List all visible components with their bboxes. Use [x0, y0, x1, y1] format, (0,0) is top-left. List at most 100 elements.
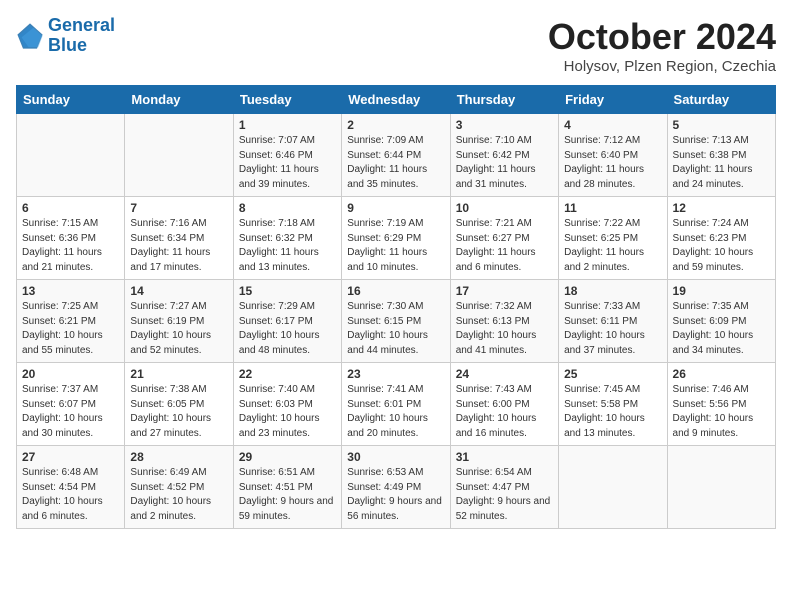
day-of-week-header: Wednesday	[342, 86, 450, 114]
day-number: 3	[456, 118, 553, 132]
day-number: 12	[673, 201, 770, 215]
day-info: Sunrise: 7:09 AMSunset: 6:44 PMDaylight:…	[347, 134, 444, 192]
calendar-cell: 17 Sunrise: 7:32 AMSunset: 6:13 PMDayligh…	[450, 280, 558, 363]
day-info: Sunrise: 7:22 AMSunset: 6:25 PMDaylight:…	[564, 217, 661, 275]
day-info: Sunrise: 7:32 AMSunset: 6:13 PMDaylight:…	[456, 300, 553, 358]
day-info: Sunrise: 7:27 AMSunset: 6:19 PMDaylight:…	[130, 300, 227, 358]
logo-text: General Blue	[48, 16, 115, 56]
day-info: Sunrise: 7:35 AMSunset: 6:09 PMDaylight:…	[673, 300, 770, 358]
day-number: 13	[22, 284, 119, 298]
day-number: 1	[239, 118, 336, 132]
calendar-table: SundayMondayTuesdayWednesdayThursdayFrid…	[16, 85, 776, 529]
day-number: 19	[673, 284, 770, 298]
calendar-cell: 10Sunrise: 7:21 AMSunset: 6:27 PMDayligh…	[450, 197, 558, 280]
day-info: Sunrise: 6:49 AMSunset: 4:52 PMDaylight:…	[130, 466, 227, 524]
calendar-cell: 31 Sunrise: 6:54 AMSunset: 4:47 PMDayligh…	[450, 446, 558, 529]
day-info: Sunrise: 7:33 AMSunset: 6:11 PMDaylight:…	[564, 300, 661, 358]
calendar-week-row: 13 Sunrise: 7:25 AMSunset: 6:21 PMDayligh…	[17, 280, 776, 363]
day-number: 22	[239, 367, 336, 381]
day-number: 5	[673, 118, 770, 132]
calendar-cell	[667, 446, 775, 529]
day-info: Sunrise: 7:10 AMSunset: 6:42 PMDaylight:…	[456, 134, 553, 192]
day-number: 7	[130, 201, 227, 215]
day-info: Sunrise: 6:54 AMSunset: 4:47 PMDaylight:…	[456, 466, 553, 524]
day-of-week-header: Friday	[559, 86, 667, 114]
day-number: 23	[347, 367, 444, 381]
calendar-cell	[17, 114, 125, 197]
day-info: Sunrise: 7:46 AMSunset: 5:56 PMDaylight:…	[673, 383, 770, 441]
day-number: 31	[456, 450, 553, 464]
day-info: Sunrise: 6:48 AMSunset: 4:54 PMDaylight:…	[22, 466, 119, 524]
day-number: 16	[347, 284, 444, 298]
day-info: Sunrise: 7:25 AMSunset: 6:21 PMDaylight:…	[22, 300, 119, 358]
day-info: Sunrise: 7:19 AMSunset: 6:29 PMDaylight:…	[347, 217, 444, 275]
calendar-cell: 12 Sunrise: 7:24 AMSunset: 6:23 PMDayligh…	[667, 197, 775, 280]
logo: General Blue	[16, 16, 115, 56]
calendar-cell	[125, 114, 233, 197]
day-number: 8	[239, 201, 336, 215]
day-info: Sunrise: 7:40 AMSunset: 6:03 PMDaylight:…	[239, 383, 336, 441]
calendar-cell: 1 Sunrise: 7:07 AMSunset: 6:46 PMDaylight…	[233, 114, 341, 197]
day-of-week-header: Tuesday	[233, 86, 341, 114]
day-number: 6	[22, 201, 119, 215]
calendar-cell: 11 Sunrise: 7:22 AMSunset: 6:25 PMDayligh…	[559, 197, 667, 280]
day-number: 15	[239, 284, 336, 298]
day-info: Sunrise: 7:38 AMSunset: 6:05 PMDaylight:…	[130, 383, 227, 441]
day-info: Sunrise: 7:45 AMSunset: 5:58 PMDaylight:…	[564, 383, 661, 441]
calendar-cell: 8Sunrise: 7:18 AMSunset: 6:32 PMDaylight…	[233, 197, 341, 280]
day-info: Sunrise: 7:07 AMSunset: 6:46 PMDaylight:…	[239, 134, 336, 192]
day-of-week-header: Sunday	[17, 86, 125, 114]
day-number: 28	[130, 450, 227, 464]
day-info: Sunrise: 7:37 AMSunset: 6:07 PMDaylight:…	[22, 383, 119, 441]
day-number: 11	[564, 201, 661, 215]
day-info: Sunrise: 7:29 AMSunset: 6:17 PMDaylight:…	[239, 300, 336, 358]
day-number: 20	[22, 367, 119, 381]
day-number: 25	[564, 367, 661, 381]
calendar-cell: 26 Sunrise: 7:46 AMSunset: 5:56 PMDayligh…	[667, 363, 775, 446]
day-info: Sunrise: 7:12 AMSunset: 6:40 PMDaylight:…	[564, 134, 661, 192]
calendar-cell: 22 Sunrise: 7:40 AMSunset: 6:03 PMDayligh…	[233, 363, 341, 446]
calendar-cell: 29Sunrise: 6:51 AMSunset: 4:51 PMDayligh…	[233, 446, 341, 529]
calendar-cell: 6 Sunrise: 7:15 AMSunset: 6:36 PMDaylight…	[17, 197, 125, 280]
calendar-cell: 27 Sunrise: 6:48 AMSunset: 4:54 PMDayligh…	[17, 446, 125, 529]
day-number: 2	[347, 118, 444, 132]
day-number: 27	[22, 450, 119, 464]
day-number: 14	[130, 284, 227, 298]
day-info: Sunrise: 6:53 AMSunset: 4:49 PMDaylight:…	[347, 466, 444, 524]
calendar-cell: 13 Sunrise: 7:25 AMSunset: 6:21 PMDayligh…	[17, 280, 125, 363]
calendar-body: 1 Sunrise: 7:07 AMSunset: 6:46 PMDaylight…	[17, 114, 776, 529]
calendar-week-row: 27 Sunrise: 6:48 AMSunset: 4:54 PMDayligh…	[17, 446, 776, 529]
header-row: SundayMondayTuesdayWednesdayThursdayFrid…	[17, 86, 776, 114]
calendar-header: SundayMondayTuesdayWednesdayThursdayFrid…	[17, 86, 776, 114]
calendar-cell: 3 Sunrise: 7:10 AMSunset: 6:42 PMDaylight…	[450, 114, 558, 197]
day-info: Sunrise: 7:24 AMSunset: 6:23 PMDaylight:…	[673, 217, 770, 275]
day-of-week-header: Saturday	[667, 86, 775, 114]
calendar-cell: 25 Sunrise: 7:45 AMSunset: 5:58 PMDayligh…	[559, 363, 667, 446]
day-number: 24	[456, 367, 553, 381]
day-number: 17	[456, 284, 553, 298]
calendar-cell: 5Sunrise: 7:13 AMSunset: 6:38 PMDaylight…	[667, 114, 775, 197]
day-info: Sunrise: 7:30 AMSunset: 6:15 PMDaylight:…	[347, 300, 444, 358]
calendar-cell	[559, 446, 667, 529]
location-subtitle: Holysov, Plzen Region, Czechia	[548, 58, 776, 75]
day-number: 30	[347, 450, 444, 464]
day-number: 21	[130, 367, 227, 381]
calendar-week-row: 1 Sunrise: 7:07 AMSunset: 6:46 PMDaylight…	[17, 114, 776, 197]
day-number: 26	[673, 367, 770, 381]
day-info: Sunrise: 7:15 AMSunset: 6:36 PMDaylight:…	[22, 217, 119, 275]
logo-icon	[16, 22, 44, 50]
calendar-week-row: 20 Sunrise: 7:37 AMSunset: 6:07 PMDayligh…	[17, 363, 776, 446]
calendar-cell: 15 Sunrise: 7:29 AMSunset: 6:17 PMDayligh…	[233, 280, 341, 363]
calendar-cell: 23 Sunrise: 7:41 AMSunset: 6:01 PMDayligh…	[342, 363, 450, 446]
calendar-cell: 28 Sunrise: 6:49 AMSunset: 4:52 PMDayligh…	[125, 446, 233, 529]
calendar-week-row: 6 Sunrise: 7:15 AMSunset: 6:36 PMDaylight…	[17, 197, 776, 280]
day-info: Sunrise: 7:41 AMSunset: 6:01 PMDaylight:…	[347, 383, 444, 441]
day-info: Sunrise: 7:16 AMSunset: 6:34 PMDaylight:…	[130, 217, 227, 275]
calendar-cell: 7 Sunrise: 7:16 AMSunset: 6:34 PMDaylight…	[125, 197, 233, 280]
day-number: 9	[347, 201, 444, 215]
day-number: 4	[564, 118, 661, 132]
day-number: 29	[239, 450, 336, 464]
calendar-cell: 18Sunrise: 7:33 AMSunset: 6:11 PMDayligh…	[559, 280, 667, 363]
calendar-cell: 4 Sunrise: 7:12 AMSunset: 6:40 PMDaylight…	[559, 114, 667, 197]
page-header: General Blue October 2024 Holysov, Plzen…	[16, 16, 776, 75]
